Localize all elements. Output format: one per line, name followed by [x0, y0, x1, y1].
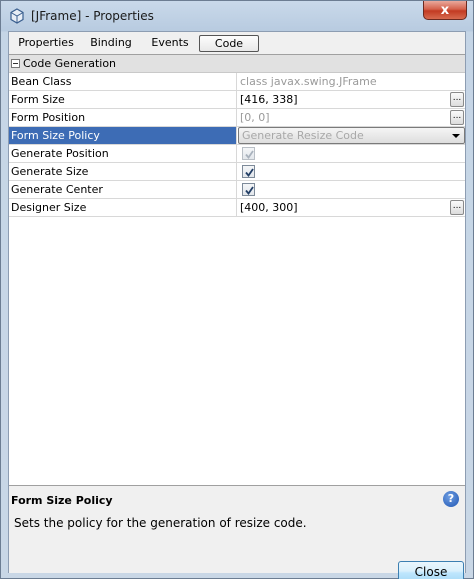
- property-row-designer-size[interactable]: Designer Size [400, 300] ...: [9, 199, 465, 217]
- generate-center-checkbox[interactable]: [242, 183, 255, 196]
- form-size-ellipsis-button[interactable]: ...: [450, 92, 464, 107]
- property-sheet: Code Generation Bean Class class javax.s…: [9, 54, 465, 486]
- category-label: Code Generation: [23, 57, 117, 70]
- combo-selected-value: Generate Resize Code: [242, 129, 364, 142]
- properties-window: [JFrame] - Properties x Properties Bindi…: [0, 0, 474, 579]
- property-row-form-size-policy[interactable]: Form Size Policy Generate Resize Code: [9, 127, 465, 145]
- window-close-button[interactable]: x: [423, 1, 467, 20]
- property-value-generate-center: [238, 181, 465, 198]
- checkmark-icon: [245, 186, 254, 195]
- property-value-form-size-policy[interactable]: Generate Resize Code: [238, 127, 465, 144]
- property-value-text: [416, 338]: [240, 93, 298, 106]
- description-pane: Form Size Policy ? Sets the policy for t…: [9, 487, 465, 579]
- property-row-generate-position[interactable]: Generate Position: [9, 145, 465, 163]
- property-row-generate-size[interactable]: Generate Size: [9, 163, 465, 181]
- property-value-generate-position: [238, 145, 465, 162]
- generate-size-checkbox[interactable]: [242, 165, 255, 178]
- category-code-generation[interactable]: Code Generation: [9, 55, 465, 73]
- chevron-down-icon[interactable]: [452, 134, 460, 138]
- property-value-generate-size: [238, 163, 465, 180]
- designer-size-ellipsis-button[interactable]: ...: [450, 200, 464, 215]
- window-title: [JFrame] - Properties: [31, 9, 154, 23]
- description-title: Form Size Policy: [11, 494, 113, 507]
- close-button[interactable]: Close: [398, 561, 464, 579]
- tab-bar: Properties Binding Events Code: [9, 32, 465, 54]
- property-value-form-position[interactable]: [0, 0] ...: [238, 109, 465, 126]
- property-value-text: [0, 0]: [240, 111, 270, 124]
- form-size-policy-combo[interactable]: Generate Resize Code: [238, 127, 465, 144]
- generate-position-checkbox[interactable]: [242, 147, 255, 160]
- tab-binding[interactable]: Binding: [83, 35, 139, 52]
- property-value-text: [400, 300]: [240, 201, 298, 214]
- property-name: Form Size: [9, 91, 237, 108]
- property-row-form-position[interactable]: Form Position [0, 0] ...: [9, 109, 465, 127]
- property-name: Designer Size: [9, 199, 237, 216]
- property-name: Generate Position: [9, 145, 237, 162]
- dialog-client-area: Properties Binding Events Code Code Gene…: [8, 31, 466, 579]
- property-row-generate-center[interactable]: Generate Center: [9, 181, 465, 199]
- title-bar[interactable]: [JFrame] - Properties x: [1, 1, 473, 31]
- property-name: Generate Size: [9, 163, 237, 180]
- property-value-designer-size[interactable]: [400, 300] ...: [238, 199, 465, 216]
- collapse-minus-icon[interactable]: [11, 59, 20, 68]
- tab-code[interactable]: Code: [199, 35, 259, 52]
- property-name: Form Position: [9, 109, 237, 126]
- checkmark-icon: [245, 168, 254, 177]
- property-row-bean-class[interactable]: Bean Class class javax.swing.JFrame: [9, 73, 465, 91]
- help-icon[interactable]: ?: [443, 491, 459, 507]
- property-value-form-size[interactable]: [416, 338] ...: [238, 91, 465, 108]
- property-name: Generate Center: [9, 181, 237, 198]
- property-value-bean-class: class javax.swing.JFrame: [240, 75, 377, 88]
- tab-properties[interactable]: Properties: [15, 35, 77, 52]
- property-name: Form Size Policy: [9, 127, 237, 144]
- description-text: Sets the policy for the generation of re…: [14, 516, 307, 530]
- netbeans-cube-icon: [9, 8, 25, 24]
- checkmark-icon: [245, 150, 254, 159]
- property-name: Bean Class: [9, 73, 237, 90]
- tab-events[interactable]: Events: [145, 35, 195, 52]
- form-position-ellipsis-button[interactable]: ...: [450, 110, 464, 125]
- close-icon: x: [440, 2, 450, 18]
- property-row-form-size[interactable]: Form Size [416, 338] ...: [9, 91, 465, 109]
